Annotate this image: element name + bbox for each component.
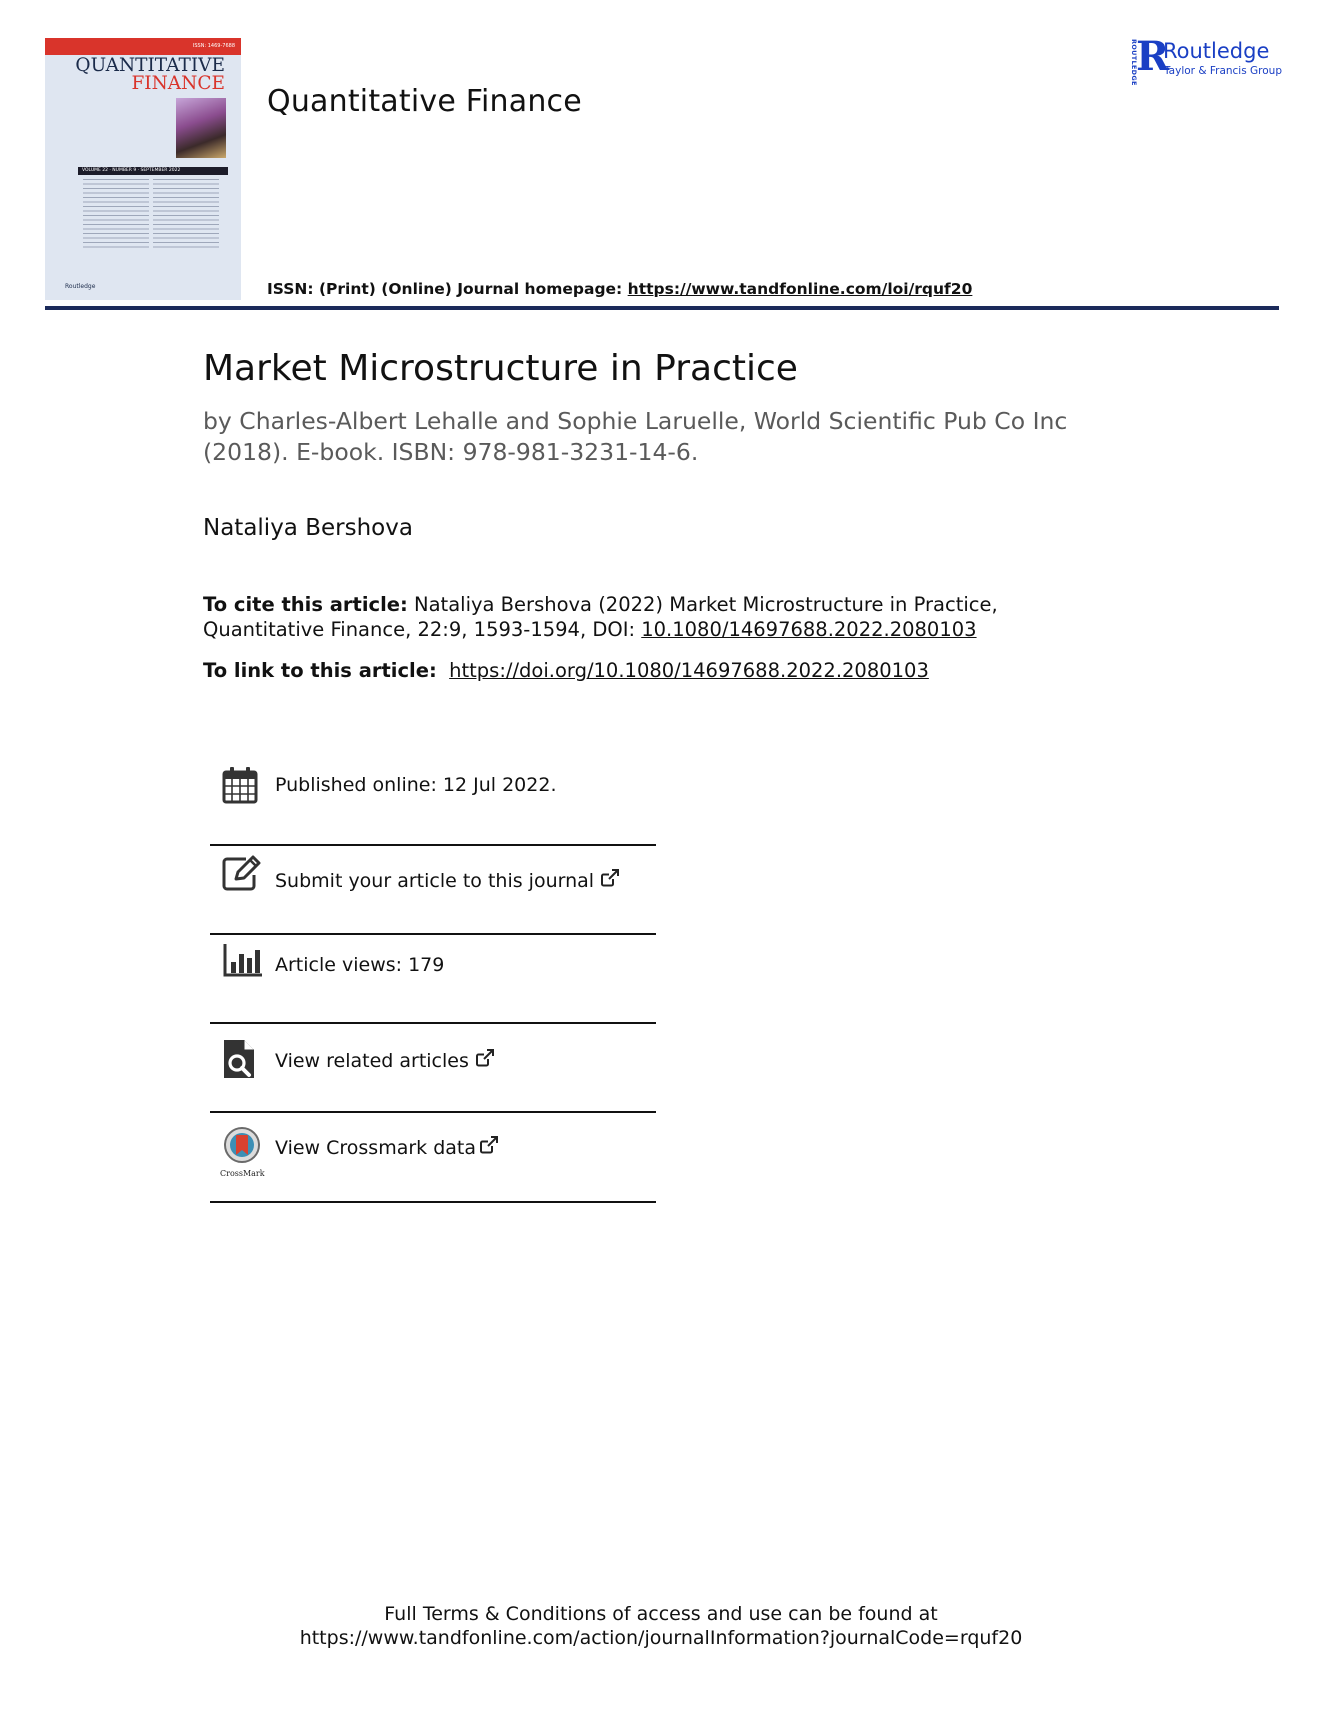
views-row: Article views: 179 <box>210 934 656 1024</box>
crossmark-icon: CrossMark <box>220 1127 265 1178</box>
cite-doi-link[interactable]: 10.1080/14697688.2022.2080103 <box>641 618 976 641</box>
routledge-name: Routledge <box>1163 39 1270 63</box>
cite-label: To cite this article: <box>203 593 408 616</box>
related-row[interactable]: View related articles <box>210 1023 656 1113</box>
journal-name: Quantitative Finance <box>267 84 582 119</box>
related-label: View related articles <box>275 1050 469 1072</box>
crossmark-logo-text: CrossMark <box>220 1169 265 1178</box>
published-date: Published online: 12 Jul 2022. <box>275 774 557 796</box>
cover-contents-left <box>83 179 149 251</box>
crossmark-label: View Crossmark data <box>275 1137 477 1159</box>
article-title: Market Microstructure in Practice <box>203 348 798 389</box>
issn-label: ISSN: (Print) (Online) Journal homepage: <box>267 280 623 298</box>
citation: To cite this article: Nataliya Bershova … <box>203 592 1123 642</box>
cover-publisher-logo: Routledge <box>65 283 96 290</box>
cover-contents-right <box>153 179 219 251</box>
submit-row[interactable]: Submit your article to this journal <box>210 845 656 935</box>
link-label: To link to this article: <box>203 659 437 682</box>
external-link-icon <box>480 1136 499 1154</box>
submit-article-link[interactable]: Submit your article to this journal <box>275 868 620 892</box>
bar-chart-icon <box>222 942 262 982</box>
terms-url: https://www.tandfonline.com/action/journ… <box>299 1627 1023 1649</box>
article-subtitle: by Charles-Albert Lehalle and Sophie Lar… <box>203 407 1068 466</box>
cover-issn: ISSN: 1469-7688 <box>192 43 235 49</box>
article-author: Nataliya Bershova <box>203 515 413 541</box>
journal-cover-image: ISSN: 1469-7688 QUANTITATIVE FINANCE VOL… <box>45 38 241 300</box>
crossmark-link[interactable]: View Crossmark data <box>275 1135 499 1159</box>
external-link-icon <box>601 869 620 887</box>
terms-line: Full Terms & Conditions of access and us… <box>384 1603 938 1625</box>
article-views: Article views: 179 <box>275 954 445 976</box>
published-row: Published online: 12 Jul 2022. <box>210 756 656 846</box>
routledge-logo: ROUTLEDGE R Routledge Taylor & Francis G… <box>1126 33 1286 86</box>
article-link-line: To link to this article: https://doi.org… <box>203 659 929 682</box>
cover-volume-line: VOLUME 22 · NUMBER 9 · SEPTEMBER 2022 <box>78 167 228 175</box>
issn-homepage-line: ISSN: (Print) (Online) Journal homepage:… <box>267 280 972 298</box>
document-search-icon <box>222 1038 260 1078</box>
terms-footer: Full Terms & Conditions of access and us… <box>0 1602 1322 1650</box>
crossmark-row[interactable]: CrossMark View Crossmark data <box>210 1112 656 1203</box>
edit-icon <box>222 855 261 895</box>
calendar-icon <box>222 766 260 806</box>
journal-homepage-link[interactable]: https://www.tandfonline.com/loi/rquf20 <box>628 280 973 298</box>
header-rule <box>45 306 1279 310</box>
cover-subtitle: FINANCE <box>131 73 225 94</box>
submit-label: Submit your article to this journal <box>275 870 595 892</box>
cover-photo <box>176 98 226 158</box>
external-link-icon <box>475 1049 494 1067</box>
routledge-subtitle: Taylor & Francis Group <box>1164 65 1282 77</box>
article-doi-link[interactable]: https://doi.org/10.1080/14697688.2022.20… <box>449 659 929 682</box>
cover-red-band: ISSN: 1469-7688 <box>45 38 241 55</box>
related-articles-link[interactable]: View related articles <box>275 1048 495 1072</box>
